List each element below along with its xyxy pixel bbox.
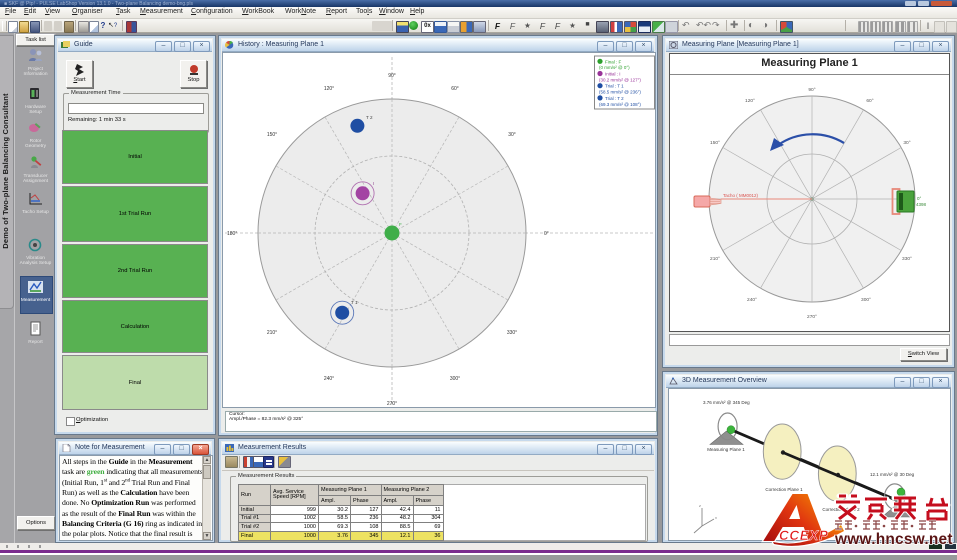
svg-text:150°: 150° [710, 140, 720, 146]
svg-text:(0 mm/s² @ 0°): (0 mm/s² @ 0°) [599, 65, 630, 70]
svg-text:150°: 150° [267, 132, 277, 138]
svg-text:z: z [699, 504, 701, 508]
svg-text:240°: 240° [324, 376, 334, 382]
svg-text:270°: 270° [807, 314, 817, 320]
svg-text:12.1 mm/s² @ 30 Deg: 12.1 mm/s² @ 30 Deg [870, 472, 915, 477]
svg-text:0°: 0° [544, 231, 549, 237]
svg-text:60°: 60° [451, 86, 459, 92]
svg-text:(69.3 mm/s² @ 108°): (69.3 mm/s² @ 108°) [599, 102, 641, 107]
svg-text:I: I [373, 181, 374, 186]
svg-text:120°: 120° [745, 98, 755, 104]
svg-text:3.76 mm/s² @ 345 Deg: 3.76 mm/s² @ 345 Deg [703, 400, 750, 405]
svg-text:90°: 90° [388, 73, 396, 79]
svg-text:T 2: T 2 [366, 115, 373, 120]
svg-text:270°: 270° [387, 401, 397, 407]
svg-text:30°: 30° [903, 140, 910, 146]
svg-text:Final : F: Final : F [605, 59, 622, 64]
svg-text:CCEXP: CCEXP [779, 528, 829, 543]
svg-text:Initial : I: Initial : I [605, 72, 621, 77]
svg-text:240°: 240° [747, 297, 757, 303]
svg-text:120°: 120° [324, 86, 334, 92]
svg-text:(30.2 mm/s² @ 127°): (30.2 mm/s² @ 127°) [599, 77, 641, 82]
svg-text:Trial : T 1: Trial : T 1 [605, 84, 624, 89]
svg-text:210°: 210° [267, 330, 277, 336]
svg-text:Measuring Plane 1: Measuring Plane 1 [707, 447, 745, 452]
svg-text:Tacho ( MM0012): Tacho ( MM0012) [723, 193, 759, 198]
svg-text:60°: 60° [866, 98, 873, 104]
svg-text:0°: 0° [917, 196, 922, 201]
svg-text:330°: 330° [507, 330, 517, 336]
svg-text:Trial : T 2: Trial : T 2 [605, 96, 624, 101]
svg-text:4398: 4398 [916, 202, 927, 207]
svg-text:30°: 30° [508, 132, 516, 138]
svg-text:T 1: T 1 [351, 300, 358, 305]
svg-text:90°: 90° [808, 87, 815, 93]
svg-text:www.hncsw.net: www.hncsw.net [834, 531, 953, 548]
svg-text:300°: 300° [861, 297, 871, 303]
svg-text:300°: 300° [450, 376, 460, 382]
svg-text:x: x [715, 516, 717, 520]
svg-text:(58.5 mm/s² @ 236°): (58.5 mm/s² @ 236°) [599, 90, 641, 95]
svg-text:210°: 210° [710, 256, 720, 262]
svg-text:180°: 180° [227, 231, 237, 237]
svg-text:F: F [399, 222, 402, 227]
svg-text:330°: 330° [902, 256, 912, 262]
